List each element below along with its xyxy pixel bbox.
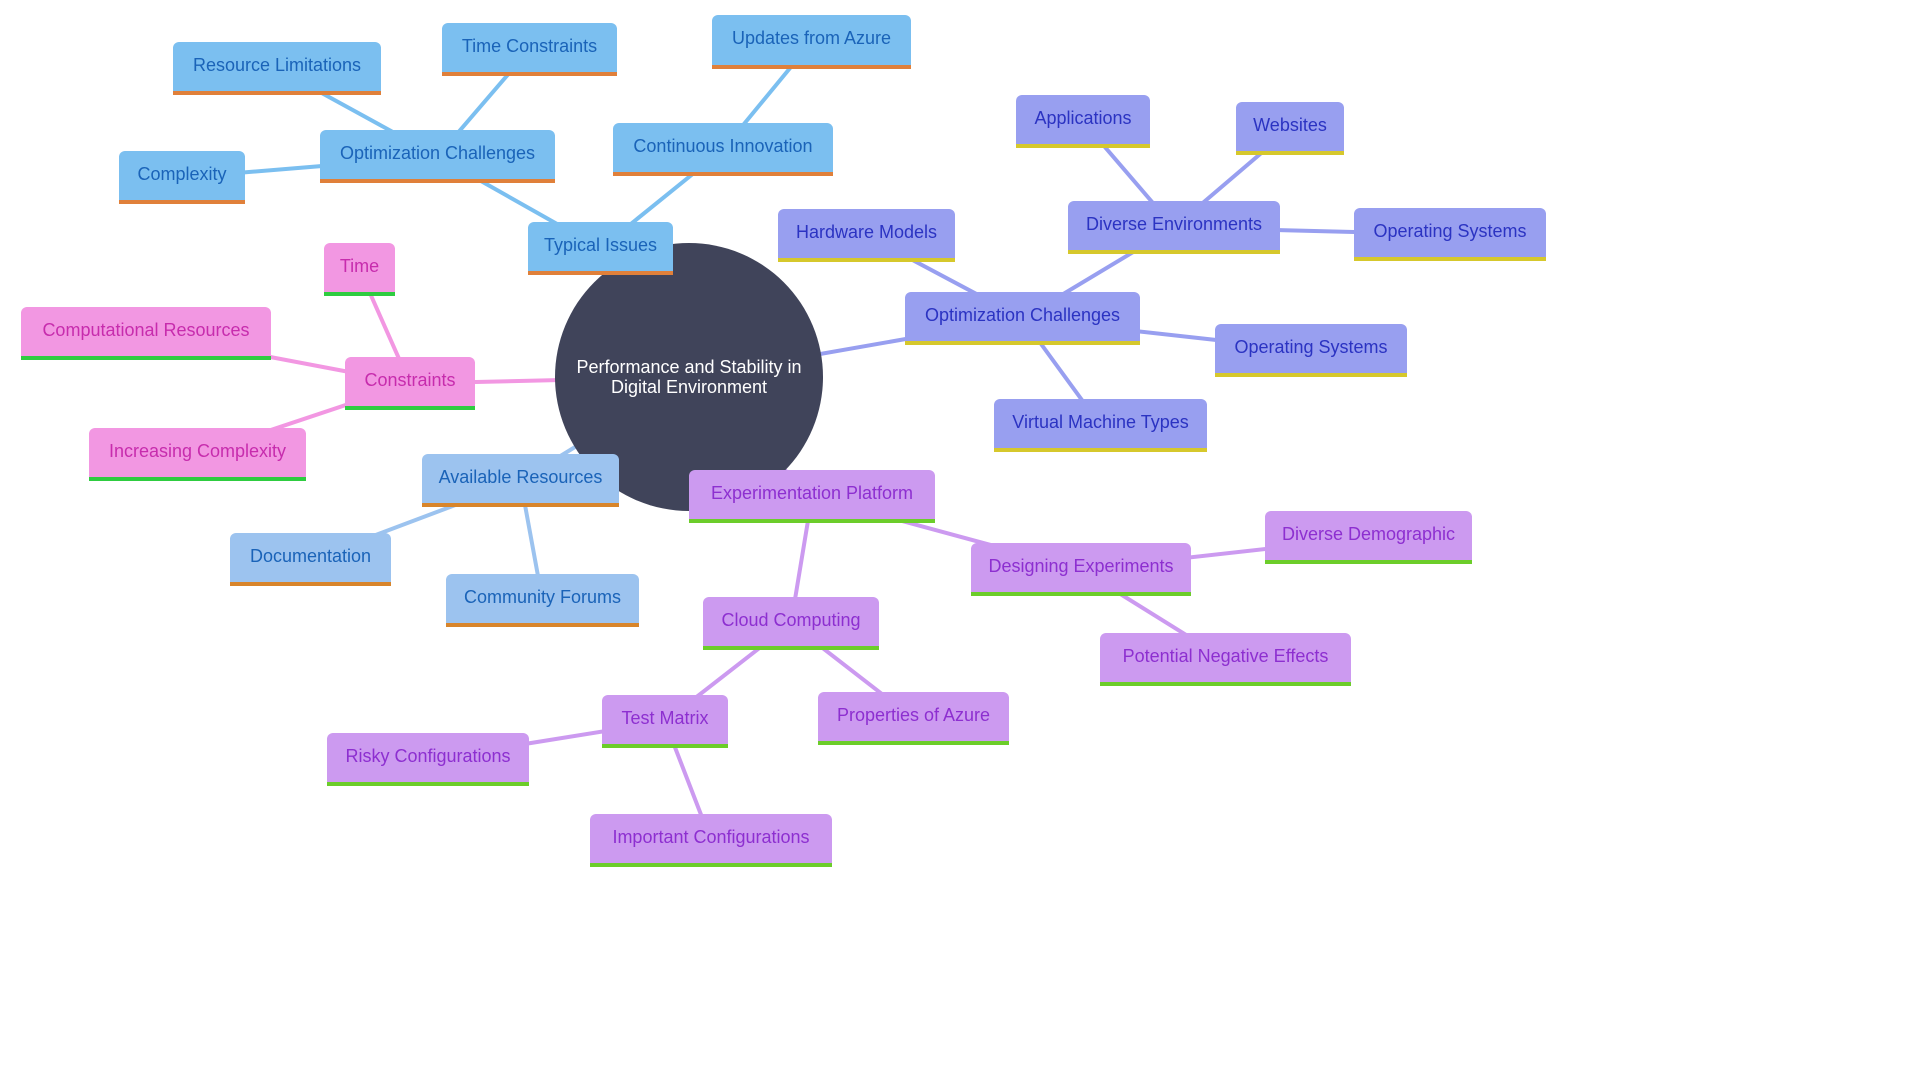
node-computational-resources[interactable]: Computational Resources (21, 307, 271, 360)
node-complexity[interactable]: Complexity (119, 151, 245, 204)
node-properties-of-azure[interactable]: Properties of Azure (818, 692, 1009, 745)
node-cloud-computing[interactable]: Cloud Computing (703, 597, 879, 650)
node-label: Experimentation Platform (710, 482, 914, 503)
node-label: Operating Systems (1234, 336, 1388, 357)
node-label: Increasing Complexity (108, 440, 287, 461)
node-applications[interactable]: Applications (1016, 95, 1150, 148)
node-label: Hardware Models (795, 221, 938, 242)
node-label: Diverse Demographic (1281, 523, 1456, 544)
node-important-configurations[interactable]: Important Configurations (590, 814, 832, 867)
root-label-line-2: Digital Environment (610, 377, 768, 397)
node-label: Important Configurations (612, 826, 810, 847)
mindmap-canvas: Performance and Stability in Digital Env… (0, 0, 1568, 880)
node-diverse-environments[interactable]: Diverse Environments (1068, 201, 1280, 254)
node-label: Optimization Challenges (924, 304, 1121, 325)
node-available-resources[interactable]: Available Resources (422, 454, 619, 507)
node-hardware-models[interactable]: Hardware Models (778, 209, 955, 262)
node-label: Properties of Azure (836, 704, 991, 725)
node-virtual-machine-types[interactable]: Virtual Machine Types (994, 399, 1207, 452)
node-label: Continuous Innovation (633, 135, 813, 156)
node-designing-experiments[interactable]: Designing Experiments (971, 543, 1191, 596)
node-label: Operating Systems (1373, 220, 1527, 241)
node-operating-systems-2[interactable]: Operating Systems (1215, 324, 1407, 377)
node-label: Diverse Environments (1085, 213, 1263, 234)
node-time-constraints[interactable]: Time Constraints (442, 23, 617, 76)
node-operating-systems-1[interactable]: Operating Systems (1354, 208, 1546, 261)
node-experimentation-platform[interactable]: Experimentation Platform (689, 470, 935, 523)
node-label: Complexity (137, 163, 227, 184)
node-label: Risky Configurations (345, 745, 511, 766)
node-resource-limitations[interactable]: Resource Limitations (173, 42, 381, 95)
node-label: Designing Experiments (988, 555, 1174, 576)
node-optimization-challenges-2[interactable]: Optimization Challenges (905, 292, 1140, 345)
node-label: Documentation (249, 545, 372, 566)
node-community-forums[interactable]: Community Forums (446, 574, 639, 627)
node-label: Applications (1034, 107, 1132, 128)
node-updates-from-azure[interactable]: Updates from Azure (712, 15, 911, 69)
node-risky-configurations[interactable]: Risky Configurations (327, 733, 529, 786)
node-label: Time (339, 255, 380, 276)
node-label: Cloud Computing (721, 609, 861, 630)
node-diverse-demographic[interactable]: Diverse Demographic (1265, 511, 1472, 564)
node-label: Potential Negative Effects (1122, 645, 1329, 666)
node-typical-issues[interactable]: Typical Issues (528, 222, 673, 275)
node-increasing-complexity[interactable]: Increasing Complexity (89, 428, 306, 481)
node-label: Virtual Machine Types (1012, 411, 1189, 432)
node-label: Available Resources (438, 466, 603, 487)
node-label: Optimization Challenges (339, 142, 536, 163)
node-documentation[interactable]: Documentation (230, 533, 391, 586)
node-continuous-innovation[interactable]: Continuous Innovation (613, 123, 833, 176)
node-test-matrix[interactable]: Test Matrix (602, 695, 728, 748)
node-constraints[interactable]: Constraints (345, 357, 475, 410)
node-label: Typical Issues (543, 234, 658, 255)
node-label: Computational Resources (42, 319, 250, 340)
root-label: Performance and Stability in Digital Env… (576, 357, 801, 397)
node-label: Time Constraints (461, 35, 598, 56)
node-potential-negative-effects[interactable]: Potential Negative Effects (1100, 633, 1351, 686)
node-optimization-challenges-1[interactable]: Optimization Challenges (320, 130, 555, 183)
node-label: Constraints (364, 369, 456, 390)
node-label: Resource Limitations (192, 54, 362, 75)
root-label-line-1: Performance and Stability in (576, 357, 802, 377)
node-label: Updates from Azure (731, 28, 892, 48)
node-label: Websites (1253, 114, 1327, 135)
node-time[interactable]: Time (324, 243, 395, 296)
node-websites[interactable]: Websites (1236, 102, 1344, 155)
node-label: Community Forums (463, 586, 622, 607)
node-label: Test Matrix (621, 707, 709, 728)
